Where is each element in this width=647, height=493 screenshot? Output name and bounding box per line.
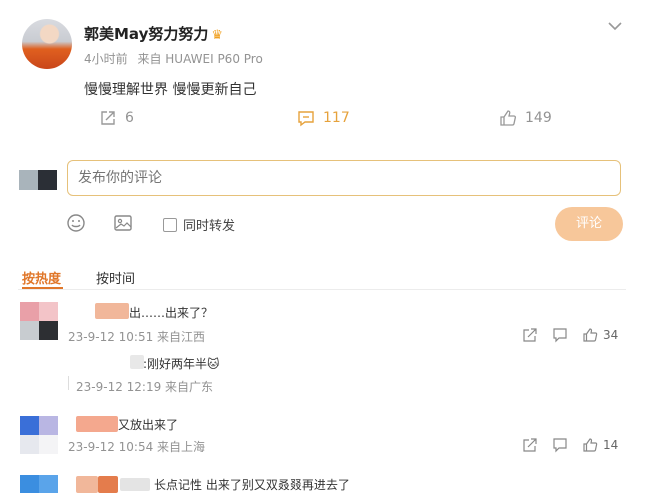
repost-checkbox-row[interactable]: 同时转发: [163, 215, 235, 234]
reply-icon[interactable]: [552, 437, 568, 453]
tab-sort-time[interactable]: 按时间: [96, 268, 135, 287]
share-icon[interactable]: [522, 437, 538, 453]
repost-count: 6: [125, 110, 134, 126]
repost-checkbox[interactable]: [163, 217, 177, 232]
like-button[interactable]: 149: [499, 109, 552, 127]
post-text: 慢慢理解世界 慢慢更新自己: [84, 82, 257, 98]
thumbs-up-icon: [500, 110, 516, 126]
commenter-badge: [120, 478, 150, 491]
my-avatar: [19, 170, 57, 190]
repost-icon: [101, 111, 115, 125]
comment-actions: 34: [522, 327, 618, 343]
repost-checkbox-label: 同时转发: [183, 219, 236, 234]
commenter-name[interactable]: [76, 416, 118, 432]
comment-icon: [298, 111, 314, 127]
reply-author-name[interactable]: [130, 355, 144, 369]
commenter-avatar[interactable]: [20, 302, 58, 340]
commenter-name-badge: [98, 476, 118, 493]
commenter-name[interactable]: [95, 303, 129, 319]
divider: [18, 289, 626, 290]
post-time[interactable]: 4小时前: [84, 52, 128, 66]
reply-meta: 23-9-12 12:19 来自广东: [76, 380, 214, 394]
comment-like-count: 14: [603, 438, 619, 452]
comment-input[interactable]: [67, 160, 621, 196]
share-icon[interactable]: [522, 327, 538, 343]
comment-text: 又放出来了: [118, 418, 179, 432]
thumbs-up-icon[interactable]: [582, 437, 598, 453]
like-count: 149: [525, 110, 552, 126]
commenter-name[interactable]: [76, 476, 98, 493]
submit-comment-button[interactable]: 评论: [555, 207, 623, 241]
repost-button[interactable]: 6: [99, 109, 134, 127]
reply-indent-line: [68, 376, 69, 390]
comment-count: 117: [323, 110, 350, 126]
crown-icon: ♛: [211, 28, 224, 43]
thumbs-up-icon[interactable]: [582, 327, 598, 343]
reply-icon[interactable]: [552, 327, 568, 343]
tab-sort-hot[interactable]: 按热度: [22, 268, 61, 287]
comment-actions: 14: [522, 437, 618, 453]
comment-text: 长点记性 出来了别又双叒叕再进去了: [154, 478, 350, 492]
commenter-avatar[interactable]: [20, 475, 58, 493]
comment-button[interactable]: 117: [297, 109, 350, 127]
chevron-down-icon[interactable]: [605, 16, 625, 36]
active-tab-indicator: [22, 287, 63, 289]
comment-meta: 23-9-12 10:51 来自江西: [68, 330, 206, 344]
image-icon[interactable]: [113, 213, 135, 235]
comment-like-count: 34: [603, 328, 619, 342]
post-author-avatar[interactable]: [22, 19, 72, 69]
comment-text: 出……出来了？: [129, 306, 214, 320]
comment-meta: 23-9-12 10:54 来自上海: [68, 440, 206, 454]
reply-text: :刚好两年半🐱: [143, 357, 220, 371]
post-author-name[interactable]: 郭美May努力努力: [84, 25, 208, 43]
post-source: 来自 HUAWEI P60 Pro: [137, 52, 263, 66]
post-meta: 4小时前 来自 HUAWEI P60 Pro: [84, 50, 269, 67]
commenter-avatar[interactable]: [20, 416, 58, 454]
emoji-icon[interactable]: [66, 213, 88, 235]
